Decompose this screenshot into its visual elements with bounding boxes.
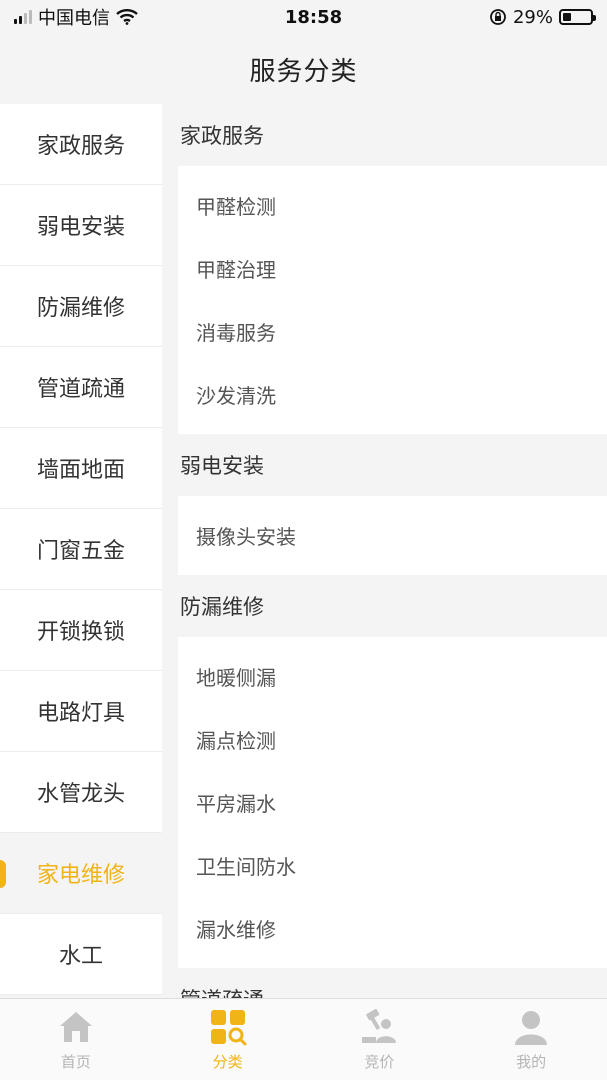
sidebar-item-appliance-repair[interactable]: 家电维修: [0, 833, 162, 914]
sidebar-item-wall-floor[interactable]: 墙面地面: [0, 428, 162, 509]
page-title: 服务分类: [249, 56, 358, 87]
tab-category[interactable]: 分类: [152, 999, 304, 1080]
status-left: 中国电信: [14, 4, 138, 30]
carrier-label: 中国电信: [38, 8, 110, 29]
sidebar-item-faucet[interactable]: 水管龙头: [0, 752, 162, 833]
sidebar-item-label: 电路灯具: [36, 701, 125, 726]
status-right: 29%: [489, 6, 596, 28]
sidebar-item-locksmith[interactable]: 开锁换锁: [0, 590, 162, 671]
tab-bid[interactable]: 竞价: [304, 999, 456, 1080]
sidebar-item-pipe-dredging[interactable]: 管道疏通: [0, 347, 162, 428]
sidebar-item-leak-repair[interactable]: 防漏维修: [0, 266, 162, 347]
sidebar-item-label: 管道疏通: [36, 377, 125, 402]
sidebar-item-circuit-lights[interactable]: 电路灯具: [0, 671, 162, 752]
service-item[interactable]: 漏点检测: [178, 708, 607, 771]
service-item[interactable]: 沙发清洗: [178, 363, 607, 426]
tab-label: 首页: [60, 1053, 91, 1071]
wifi-icon: [116, 9, 138, 25]
sidebar-item-label: 防漏维修: [36, 296, 125, 321]
sidebar-item-home-service[interactable]: 家政服务: [0, 104, 162, 185]
service-item[interactable]: 平房漏水: [178, 771, 607, 834]
service-item[interactable]: 甲醛治理: [178, 237, 607, 300]
sidebar-item-label: 家政服务: [36, 134, 125, 159]
group-title: 弱电安装: [180, 454, 264, 478]
group-list: 甲醛检测 甲醛治理 消毒服务 沙发清洗: [178, 166, 607, 434]
sidebar-item-label: 墙面地面: [36, 458, 125, 483]
service-item[interactable]: 卫生间防水: [178, 834, 607, 897]
sidebar-item-label: 开锁换锁: [36, 620, 125, 645]
category-icon: [210, 1010, 247, 1046]
sidebar-item-label: 家电维修: [36, 863, 125, 888]
sidebar-item-plumber[interactable]: 水工: [0, 914, 162, 995]
group-title: 防漏维修: [180, 595, 264, 619]
group-list: 地暖侧漏 漏点检测 平房漏水 卫生间防水 漏水维修: [178, 637, 607, 968]
tab-home[interactable]: 首页: [0, 999, 152, 1080]
service-item[interactable]: 地暖侧漏: [178, 645, 607, 708]
tab-mine[interactable]: 我的: [455, 999, 607, 1080]
tab-label: 我的: [516, 1053, 547, 1071]
sidebar-item-label: 水管龙头: [36, 782, 125, 807]
status-time: 18:58: [284, 6, 343, 28]
service-content[interactable]: 家政服务 甲醛检测 甲醛治理 消毒服务 沙发清洗 弱电安装 摄像头安装 防漏维修…: [162, 104, 607, 998]
service-item[interactable]: 甲醛检测: [178, 174, 607, 237]
signal-icon: [14, 10, 32, 24]
rotation-lock-icon: [490, 9, 506, 25]
bid-icon: [362, 1008, 397, 1043]
battery-fill: [563, 13, 571, 21]
group-title: 家政服务: [180, 124, 264, 148]
group-list: 摄像头安装: [178, 496, 607, 575]
sidebar-item-label: 弱电安装: [36, 215, 125, 240]
user-icon: [515, 1011, 548, 1045]
tab-label: 分类: [212, 1053, 243, 1071]
tab-bar: 首页 分类 竞价 我的: [0, 998, 607, 1080]
battery-icon: [559, 9, 596, 25]
home-icon: [59, 1012, 92, 1042]
sidebar-item-label: 门窗五金: [36, 539, 125, 564]
service-item[interactable]: 消毒服务: [178, 300, 607, 363]
service-item[interactable]: 摄像头安装: [178, 504, 607, 567]
sidebar-item-label: 水工: [58, 944, 103, 969]
group-title: 管道疏通: [162, 968, 607, 998]
service-item[interactable]: 漏水维修: [178, 897, 607, 960]
nav-bar: 服务分类: [0, 34, 607, 104]
sidebar-item-low-voltage[interactable]: 弱电安装: [0, 185, 162, 266]
battery-percent: 29%: [512, 6, 553, 28]
sidebar-item-door-hardware[interactable]: 门窗五金: [0, 509, 162, 590]
category-sidebar[interactable]: 家政服务 弱电安装 防漏维修 管道疏通 墙面地面 门窗五金 开锁换锁 电路灯具 …: [0, 104, 162, 998]
tab-label: 竞价: [364, 1053, 395, 1071]
status-bar: 中国电信 18:58 29%: [0, 0, 607, 34]
